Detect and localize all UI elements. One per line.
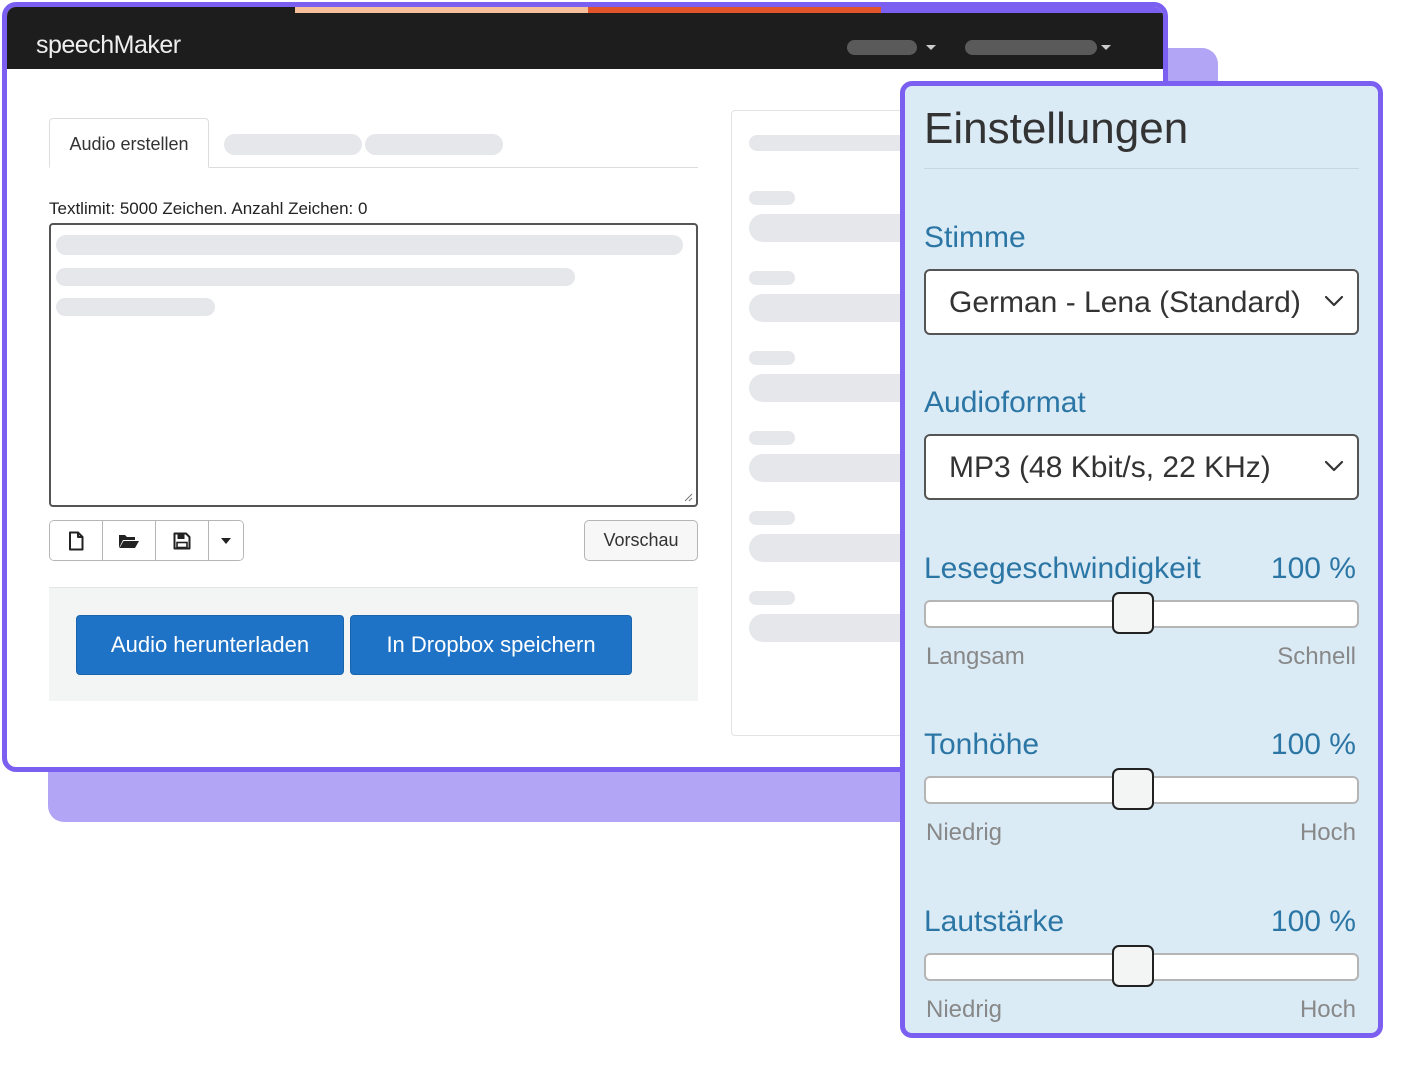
volume-label: Lautstärke: [924, 905, 1065, 938]
speed-label: Lesegeschwindigkeit: [924, 552, 1201, 585]
speed-min-label: Langsam: [926, 643, 1025, 670]
volume-slider-thumb[interactable]: [1111, 945, 1154, 987]
speed-slider-thumb[interactable]: [1111, 592, 1154, 634]
volume-value: 100 %: [1270, 905, 1356, 938]
tab-placeholder[interactable]: [365, 134, 503, 155]
open-file-button[interactable]: [103, 521, 156, 560]
format-select-value: MP3 (48 Kbit/s, 22 KHz): [949, 451, 1271, 484]
caret-down-icon[interactable]: [1101, 45, 1111, 50]
format-select[interactable]: MP3 (48 Kbit/s, 22 KHz): [924, 434, 1359, 500]
speed-value: 100 %: [1270, 552, 1356, 585]
text-line-placeholder: [56, 298, 215, 316]
settings-title: Einstellungen: [924, 104, 1189, 153]
chevron-down-icon: [1324, 295, 1344, 307]
brand-logo[interactable]: speechMaker: [36, 31, 181, 60]
voice-select-value: German - Lena (Standard): [949, 286, 1301, 319]
new-file-icon: [69, 531, 84, 550]
panel-label-placeholder: [749, 271, 795, 285]
text-editor[interactable]: [49, 223, 698, 507]
pitch-value: 100 %: [1270, 728, 1356, 761]
caret-down-icon[interactable]: [926, 45, 936, 50]
chevron-down-icon: [1324, 460, 1344, 472]
volume-min-label: Niedrig: [926, 996, 1003, 1023]
editor-toolbar: [49, 520, 244, 561]
pitch-label: Tonhöhe: [924, 728, 1040, 761]
preview-button[interactable]: Vorschau: [584, 520, 698, 561]
navbar: speechMaker: [7, 13, 1163, 69]
save-file-button[interactable]: [156, 521, 209, 560]
pitch-slider-thumb[interactable]: [1111, 768, 1154, 810]
panel-label-placeholder: [749, 511, 795, 525]
format-label: Audioformat: [924, 386, 1086, 419]
action-area: Audio herunterladen In Dropbox speichern: [49, 587, 698, 701]
panel-label-placeholder: [749, 431, 795, 445]
download-audio-button[interactable]: Audio herunterladen: [76, 615, 344, 675]
text-line-placeholder: [56, 268, 575, 286]
text-limit-info: Textlimit: 5000 Zeichen. Anzahl Zeichen:…: [49, 199, 368, 218]
settings-panel: Einstellungen Stimme German - Lena (Stan…: [900, 81, 1383, 1038]
text-line-placeholder: [56, 235, 683, 255]
settings-divider: [924, 168, 1359, 169]
tab-placeholder[interactable]: [224, 134, 362, 155]
pitch-min-label: Niedrig: [926, 819, 1003, 846]
panel-label-placeholder: [749, 191, 795, 205]
pitch-max-label: Hoch: [1299, 819, 1356, 846]
caret-down-icon: [221, 537, 231, 544]
resize-grip-icon[interactable]: [683, 492, 693, 502]
more-options-button[interactable]: [209, 521, 243, 560]
volume-slider[interactable]: [924, 945, 1359, 987]
panel-label-placeholder: [749, 351, 795, 365]
open-folder-icon: [119, 534, 139, 548]
panel-label-placeholder: [749, 591, 795, 605]
tab-audio-erstellen[interactable]: Audio erstellen: [49, 118, 209, 168]
pitch-slider[interactable]: [924, 768, 1359, 810]
speed-slider[interactable]: [924, 592, 1359, 634]
nav-menu-placeholder[interactable]: [847, 40, 917, 55]
save-icon: [173, 532, 191, 549]
voice-select[interactable]: German - Lena (Standard): [924, 269, 1359, 335]
speed-max-label: Schnell: [1277, 643, 1356, 670]
nav-menu-placeholder[interactable]: [965, 40, 1097, 55]
volume-max-label: Hoch: [1299, 996, 1356, 1023]
voice-label: Stimme: [924, 221, 1026, 254]
new-file-button[interactable]: [50, 521, 103, 560]
save-to-dropbox-button[interactable]: In Dropbox speichern: [350, 615, 632, 675]
